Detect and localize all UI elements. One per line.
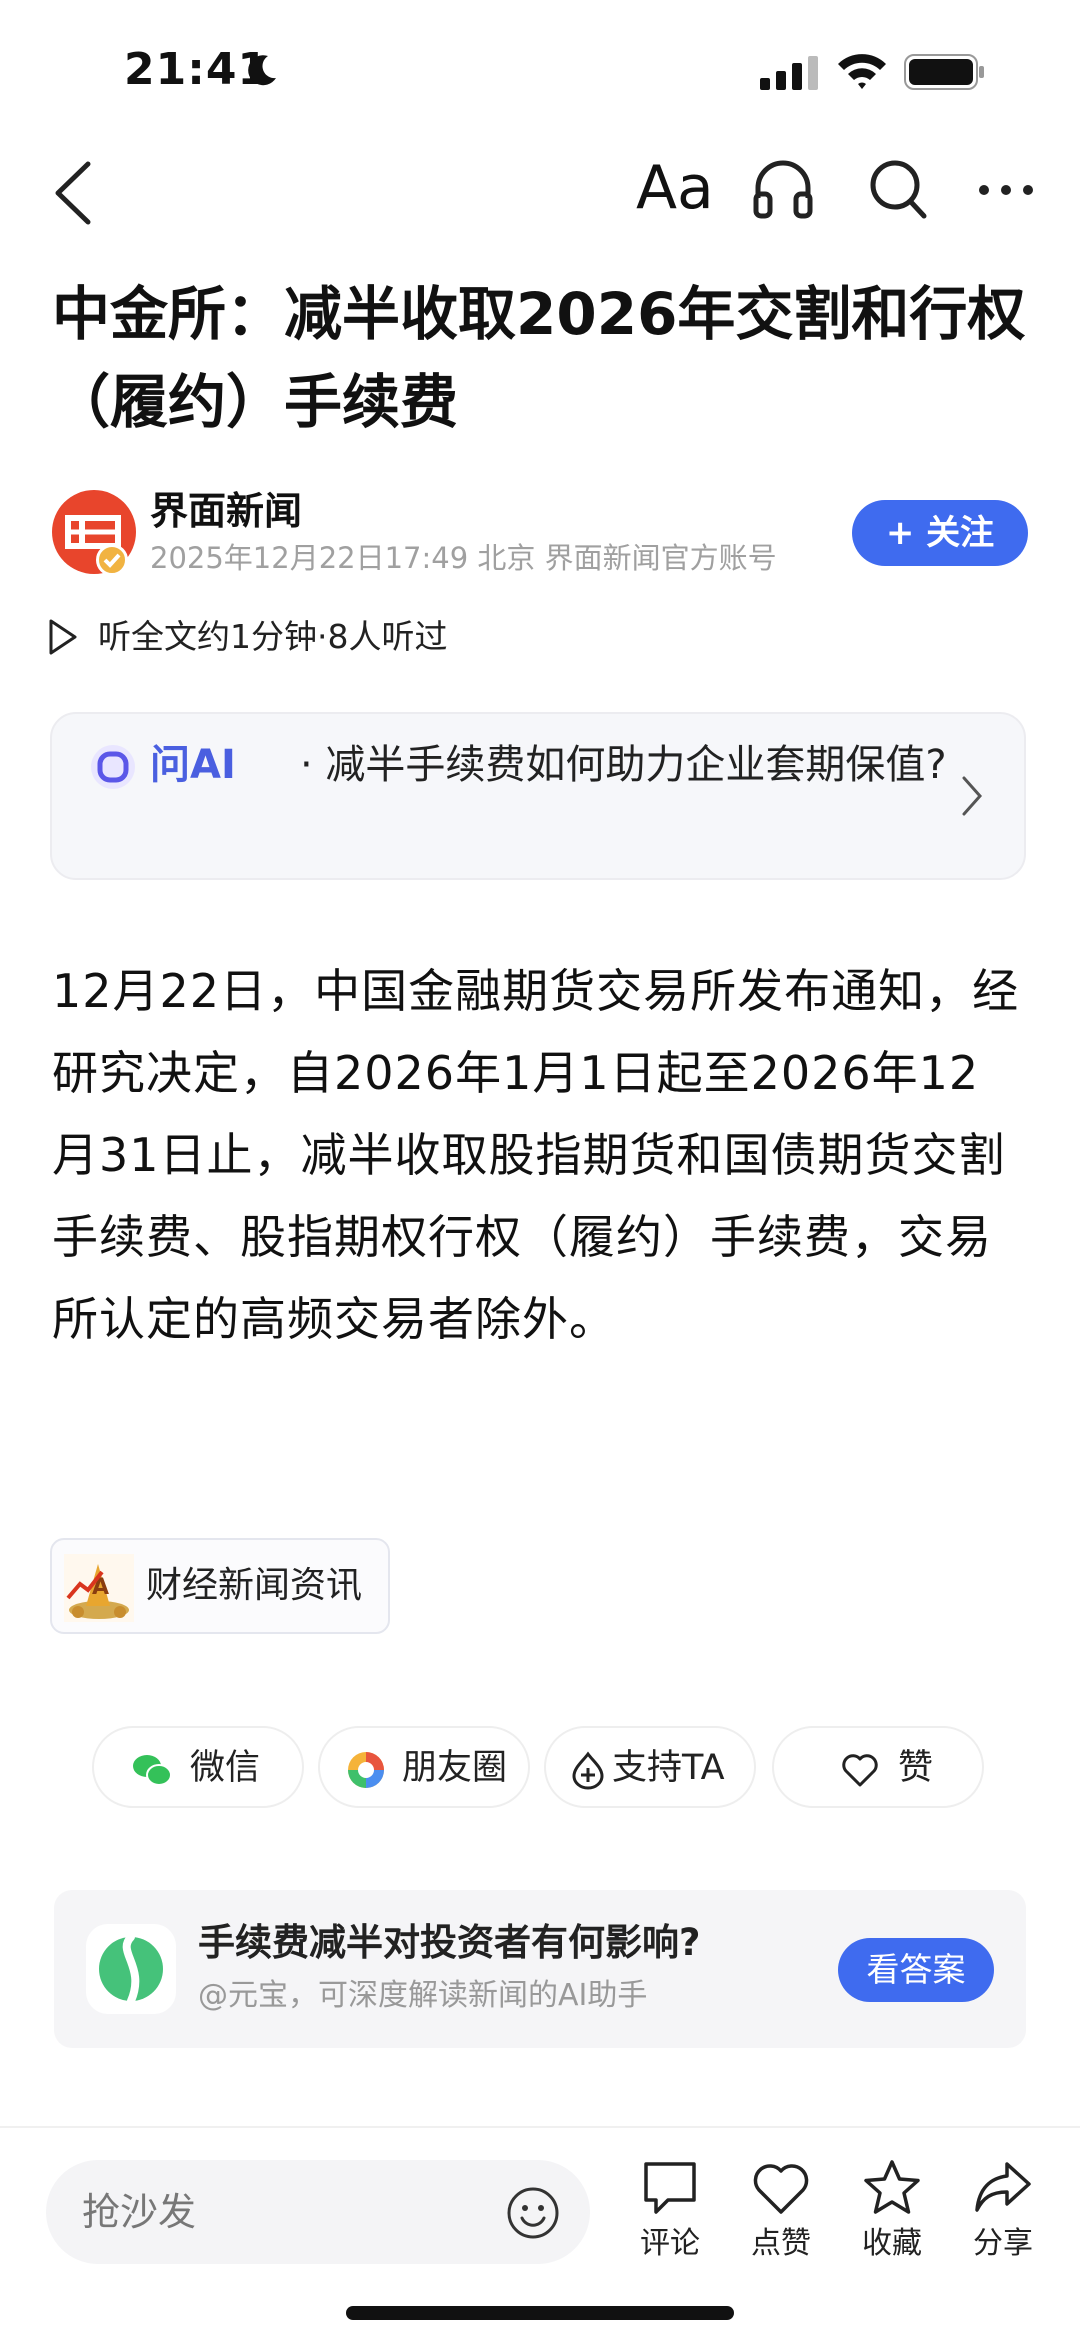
view-answer-button[interactable]: 看答案 (838, 1938, 994, 2002)
headphone-icon[interactable] (752, 158, 814, 220)
share-button[interactable]: 分享 (953, 2158, 1053, 2268)
bottom-like-button[interactable]: 点赞 (731, 2158, 831, 2268)
comment-icon (644, 2162, 696, 2214)
yuanbao-logo-icon (86, 1924, 176, 2014)
ai-label: 问AI (150, 742, 236, 788)
promo-subtitle: @元宝，可深度解读新闻的AI助手 (198, 1978, 648, 2013)
bottom-like-label: 点赞 (751, 2226, 811, 2261)
finance-news-thumbnail: A (64, 1554, 134, 1622)
nav-bar: Aa (0, 140, 1080, 250)
chevron-right-icon (962, 776, 983, 816)
signal-icon (760, 56, 818, 90)
share-moments-button[interactable]: 朋友圈 (318, 1726, 530, 1808)
publish-meta: 2025年12月22日17:49 北京 界面新闻官方账号 (150, 541, 777, 575)
support-author-button[interactable]: 支持TA (544, 1726, 756, 1808)
comment-label: 评论 (640, 2226, 700, 2261)
tag-label: 财经新闻资讯 (146, 1565, 363, 1606)
comment-placeholder: 抢沙发 (82, 2190, 197, 2234)
share-wechat-button[interactable]: 微信 (92, 1726, 304, 1808)
moon-icon (248, 55, 276, 86)
bottom-divider (0, 2126, 1080, 2128)
share-wechat-label: 微信 (190, 1748, 261, 1788)
more-icon[interactable] (976, 180, 1036, 200)
wechat-icon (133, 1755, 172, 1786)
share-arrow-icon (975, 2162, 1031, 2212)
search-icon[interactable] (868, 158, 928, 220)
share-row: 微信 朋友圈 支持TA 赞 (0, 1726, 1080, 1810)
support-icon (572, 1751, 604, 1790)
play-icon (49, 619, 77, 655)
like-label: 赞 (898, 1748, 934, 1788)
heart-icon (753, 2164, 809, 2214)
favorite-button[interactable]: 收藏 (842, 2158, 942, 2268)
favorite-label: 收藏 (862, 2226, 922, 2261)
font-size-button[interactable]: Aa (636, 148, 714, 228)
comment-input[interactable]: 抢沙发 (46, 2160, 590, 2264)
like-button[interactable]: 赞 (772, 1726, 984, 1808)
promo-question: 手续费减半对投资者有何影响? (198, 1921, 701, 1964)
listen-text: 听全文约1分钟·8人听过 (98, 617, 448, 656)
moments-icon (348, 1752, 384, 1788)
wifi-icon (838, 54, 886, 89)
share-label: 分享 (973, 2226, 1033, 2261)
share-moments-label: 朋友圈 (402, 1748, 508, 1788)
article-body: 12月22日，中国金融期货交易所发布通知，经研究决定，自2026年1月1日起至2… (52, 964, 1020, 1346)
ai-question: · 减半手续费如何助力企业套期保值? (300, 742, 947, 788)
support-label: 支持TA (612, 1748, 725, 1788)
author-row: 界面新闻 2025年12月22日17:49 北京 界面新闻官方账号 + 关注 (0, 486, 1080, 586)
ask-ai-card[interactable]: · 减半手续费如何助力企业套期保值? 问AI (50, 712, 1026, 880)
article-title: 中金所：减半收取2026年交割和行权（履约）手续费 (52, 280, 1026, 436)
ai-icon (91, 745, 135, 789)
author-name[interactable]: 界面新闻 (150, 486, 302, 536)
comment-button[interactable]: 评论 (620, 2158, 720, 2268)
star-icon (864, 2160, 920, 2214)
topic-tag[interactable]: A 财经新闻资讯 (50, 1538, 390, 1634)
verified-badge-icon (96, 544, 128, 576)
battery-icon (904, 54, 984, 90)
home-indicator (346, 2306, 734, 2320)
status-bar: 21:41 (0, 0, 1080, 140)
emoji-icon[interactable] (506, 2186, 560, 2240)
yuanbao-promo-card[interactable]: 手续费减半对投资者有何影响? @元宝，可深度解读新闻的AI助手 看答案 (54, 1890, 1026, 2048)
back-icon[interactable] (50, 160, 96, 226)
heart-icon (842, 1754, 878, 1787)
follow-button[interactable]: + 关注 (852, 500, 1028, 566)
